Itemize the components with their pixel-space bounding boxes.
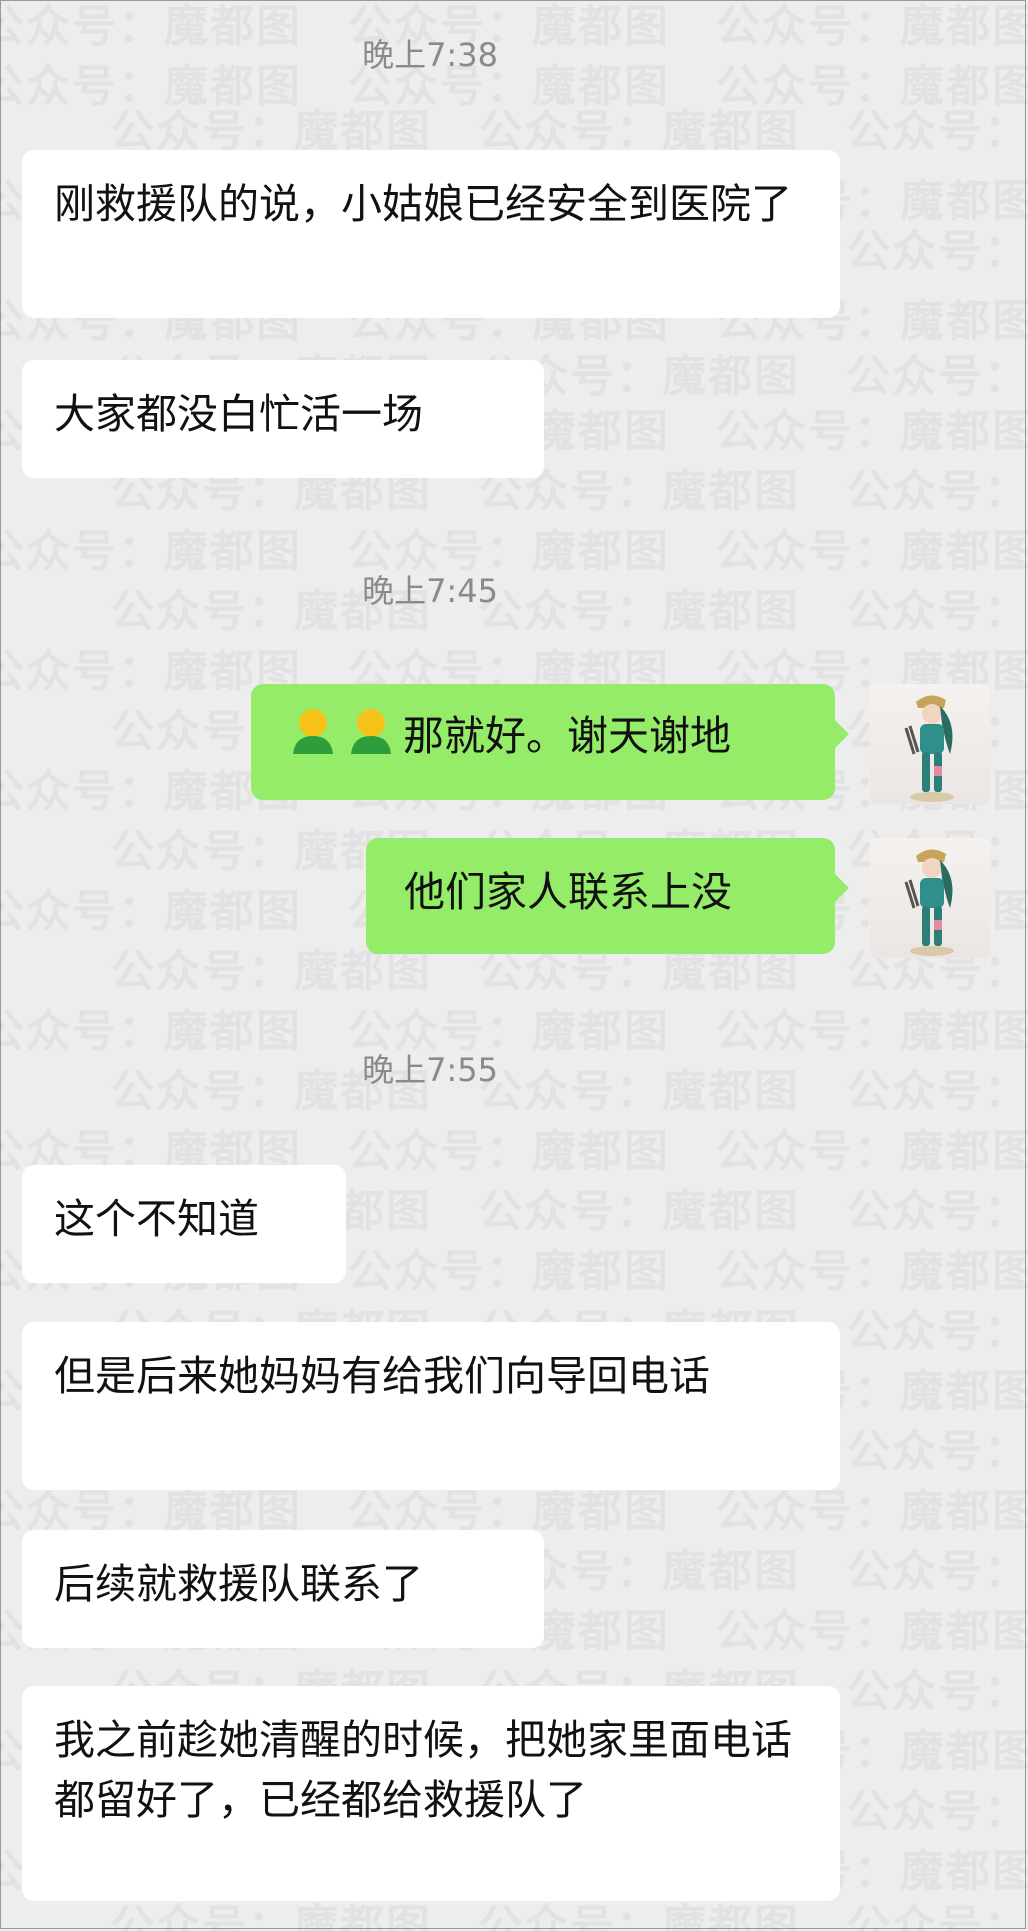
avatar-figure-icon bbox=[904, 695, 954, 802]
message-bubble-incoming[interactable]: 但是后来她妈妈有给我们向导回电话 bbox=[22, 1322, 840, 1490]
message-text: 但是后来她妈妈有给我们向导回电话 bbox=[54, 1352, 710, 1400]
message-bubble-incoming[interactable]: 这个不知道 bbox=[22, 1165, 346, 1283]
message-text: 我之前趁她清醒的时候，把她家里面电话都留好了，已经都给救援队了 bbox=[54, 1716, 792, 1824]
message-text: 这个不知道 bbox=[54, 1195, 259, 1243]
message-bubble-outgoing[interactable]: 他们家人联系上没 bbox=[366, 838, 849, 954]
timestamp: 晚上7:45 bbox=[362, 572, 498, 610]
message-text: 刚救援队的说，小姑娘已经安全到医院了 bbox=[54, 180, 792, 228]
bow-emoji-icon bbox=[351, 709, 391, 754]
message-bubble-incoming[interactable]: 大家都没白忙活一场 bbox=[22, 360, 544, 478]
avatar-figure-icon bbox=[904, 849, 954, 956]
bow-emoji-icon bbox=[293, 709, 333, 754]
message-bubble-incoming[interactable]: 刚救援队的说，小姑娘已经安全到医院了 bbox=[22, 150, 840, 318]
message-bubble-incoming[interactable]: 后续就救援队联系了 bbox=[22, 1530, 544, 1648]
message-bubble-outgoing[interactable]: 那就好。谢天谢地 bbox=[251, 684, 849, 800]
user-avatar[interactable] bbox=[870, 684, 990, 804]
message-text: 那就好。谢天谢地 bbox=[403, 712, 731, 760]
message-bubble-incoming[interactable]: 我之前趁她清醒的时候，把她家里面电话都留好了，已经都给救援队了 bbox=[22, 1686, 840, 1901]
timestamp: 晚上7:38 bbox=[362, 36, 498, 74]
message-text: 大家都没白忙活一场 bbox=[54, 390, 423, 438]
timestamp: 晚上7:55 bbox=[362, 1051, 498, 1089]
message-text: 后续就救援队联系了 bbox=[54, 1560, 423, 1608]
message-text: 他们家人联系上没 bbox=[404, 868, 732, 916]
user-avatar[interactable] bbox=[870, 838, 990, 958]
